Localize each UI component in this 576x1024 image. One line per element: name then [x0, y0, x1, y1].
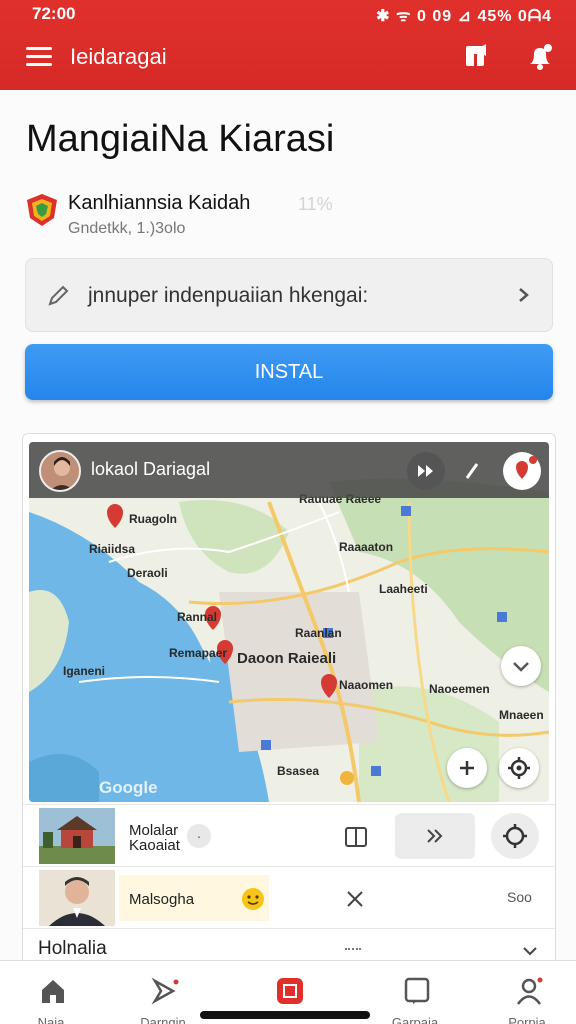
install-button[interactable]: INSTAL — [25, 344, 553, 400]
library-icon — [404, 977, 430, 1004]
map-watermark: Google — [99, 778, 158, 797]
map-header: lokaol Dariagal — [29, 442, 549, 498]
notification-icon[interactable] — [522, 40, 556, 74]
pencil-icon — [48, 285, 69, 306]
nav-label: Naia — [37, 1015, 65, 1024]
map-card: Ruagoln Riaiidsa Deraoli Rannal Remapaer… — [22, 433, 556, 973]
share-icon[interactable] — [460, 40, 494, 74]
thumbnail-image — [39, 870, 115, 926]
map-header-title: lokaol Dariagal — [91, 459, 211, 479]
explore-icon — [151, 977, 179, 1005]
location-icon[interactable] — [503, 452, 541, 490]
map-place-label: Daoon Raieali — [237, 650, 337, 667]
developer-name[interactable]: Kanlhiannsia Kaidah — [68, 192, 250, 215]
copy-icon[interactable] — [341, 821, 371, 851]
nav-home[interactable]: Naia — [6, 961, 96, 1024]
forward-button[interactable] — [395, 813, 475, 859]
avatar[interactable] — [39, 450, 81, 492]
app-title: MangiaiNa Kiarasi — [26, 118, 335, 160]
profile-icon — [516, 977, 543, 1005]
zoom-in-button[interactable] — [447, 748, 487, 788]
home-icon — [42, 980, 64, 1003]
map-place-label: Iganeni — [63, 664, 106, 678]
map-place-label: Raanlan — [295, 626, 342, 640]
map-view[interactable]: Ruagoln Riaiidsa Deraoli Rannal Remapaer… — [29, 442, 549, 802]
section-title: Holnalia — [38, 938, 107, 959]
search-field[interactable]: jnnuper indenpuaiian hkengai: — [25, 258, 553, 332]
rating-count: 11% — [298, 194, 333, 214]
more-button[interactable]: Soo — [507, 889, 532, 905]
my-location-button[interactable] — [499, 748, 539, 788]
nav-library[interactable]: Garpaia — [370, 961, 460, 1024]
map-place-label: Ruagoln — [129, 512, 177, 526]
forward-icon[interactable] — [407, 452, 445, 490]
nav-profile[interactable]: Porpia — [482, 961, 572, 1024]
status-time: 72:00 — [32, 4, 76, 23]
thumbnail-image — [39, 808, 115, 864]
map-place-label: Naoeemen — [429, 682, 490, 696]
map-place-label: Rannal — [177, 610, 218, 624]
divider — [23, 928, 555, 929]
nav-explore[interactable]: Darngin — [118, 961, 208, 1024]
developer-logo-icon — [24, 192, 60, 228]
status-bar: 72:00 ✱ ᯤ 0 09 ⊿ 45% 0ᗩ4 — [0, 0, 576, 30]
expand-map-button[interactable] — [501, 646, 541, 686]
map-place-label: Mnaeen — [499, 708, 544, 722]
edit-icon[interactable] — [453, 452, 491, 490]
map-place-label: Raaaaton — [339, 540, 394, 554]
apps-icon — [277, 978, 303, 1004]
map-place-label: Riaiidsa — [89, 542, 136, 556]
developer-meta: Gndetkk, 1.)3olo — [68, 220, 186, 237]
chevron-right-icon — [519, 288, 529, 302]
nav-label: Garpaia — [391, 1015, 439, 1024]
menu-icon[interactable] — [26, 44, 54, 68]
map-place-label: Laaheeti — [379, 582, 428, 596]
app-bar: Ieidaragai — [0, 30, 576, 88]
map-place-label: Bsasea — [277, 764, 320, 778]
list-item[interactable]: Malsogha Soo — [23, 866, 555, 928]
settings-icon[interactable] — [491, 813, 539, 859]
nav-label: Darngin — [140, 1015, 186, 1024]
app-bar-title: Ieidaragai — [70, 44, 167, 69]
home-indicator[interactable] — [200, 1011, 370, 1019]
top-bar: 72:00 ✱ ᯤ 0 09 ⊿ 45% 0ᗩ4 Ieidaragai — [0, 0, 576, 90]
info-badge[interactable]: · — [187, 824, 211, 848]
emoji-icon[interactable] — [241, 887, 265, 911]
divider — [345, 948, 361, 951]
list-item[interactable]: Molalar Kaoaiat · — [23, 804, 555, 866]
map-place-label: Naaomen — [339, 678, 394, 692]
nav-label: Porpia — [508, 1015, 546, 1024]
chevron-down-icon[interactable] — [519, 940, 541, 962]
map-place-label: Remapaer — [169, 646, 228, 660]
map-place-label: Deraoli — [127, 566, 168, 580]
close-icon[interactable] — [341, 885, 369, 913]
row-title: Malsogha — [129, 891, 195, 908]
row-title: Molalar Kaoaiat — [129, 822, 180, 854]
status-indicators: ✱ ᯤ 0 09 ⊿ 45% 0ᗩ4 — [376, 8, 552, 25]
search-text: jnnuper indenpuaiian hkengai: — [88, 284, 369, 307]
